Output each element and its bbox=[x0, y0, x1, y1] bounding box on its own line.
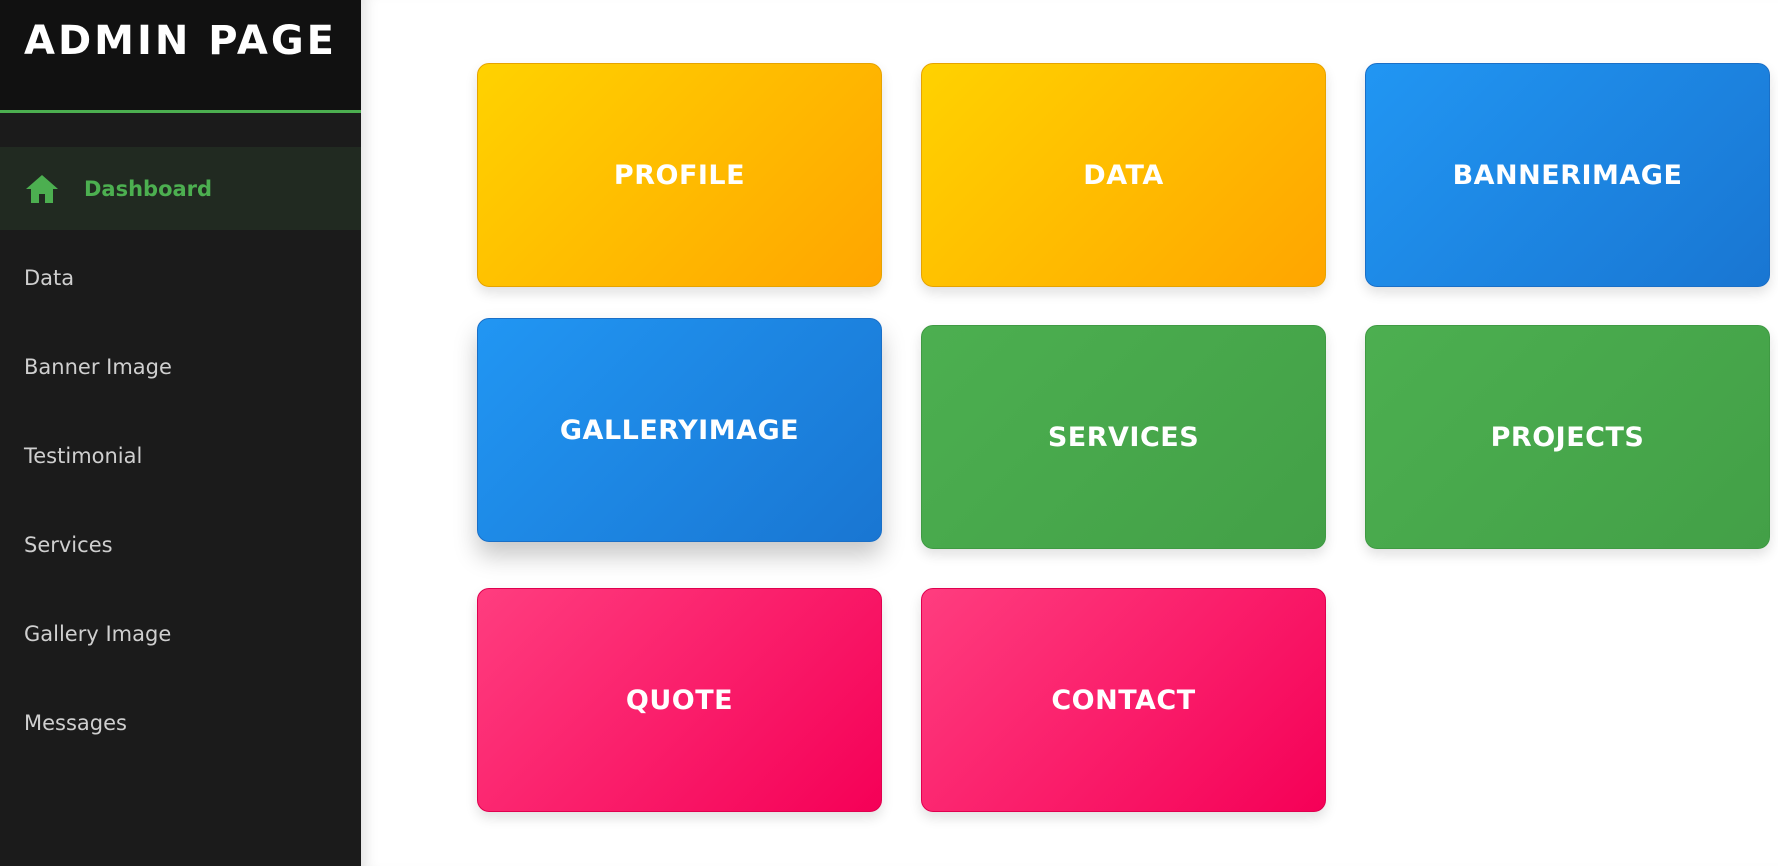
card-label: CONTACT bbox=[1051, 684, 1196, 716]
sidebar-item-testimonial[interactable]: Testimonial bbox=[0, 414, 361, 497]
card-label: PROFILE bbox=[613, 159, 746, 191]
sidebar: ADMIN PAGE Dashboard Data Banner Image T… bbox=[0, 0, 361, 866]
sidebar-item-messages[interactable]: Messages bbox=[0, 681, 361, 764]
card-label: DATA bbox=[1083, 159, 1164, 191]
card-label: PROJECTS bbox=[1490, 421, 1645, 453]
brand-header: ADMIN PAGE bbox=[0, 0, 361, 113]
profile-card[interactable]: PROFILE bbox=[477, 63, 882, 287]
galleryimage-card[interactable]: GALLERYIMAGE bbox=[477, 318, 882, 542]
sidebar-item-label: Services bbox=[24, 532, 113, 557]
sidebar-item-services[interactable]: Services bbox=[0, 503, 361, 586]
sidebar-item-dashboard[interactable]: Dashboard bbox=[0, 147, 361, 230]
brand-title: ADMIN PAGE bbox=[24, 18, 338, 64]
data-card[interactable]: DATA bbox=[921, 63, 1326, 287]
card-label: SERVICES bbox=[1047, 421, 1200, 453]
quote-card[interactable]: QUOTE bbox=[477, 588, 882, 812]
services-card[interactable]: SERVICES bbox=[921, 325, 1326, 549]
sidebar-item-label: Banner Image bbox=[24, 354, 172, 379]
dashboard-main: PROFILE DATA BANNERIMAGE GALLERYIMAGE SE… bbox=[361, 0, 1778, 866]
sidebar-item-label: Data bbox=[24, 265, 75, 290]
sidebar-item-banner-image[interactable]: Banner Image bbox=[0, 325, 361, 408]
sidebar-nav: Dashboard Data Banner Image Testimonial … bbox=[0, 147, 361, 764]
sidebar-item-gallery-image[interactable]: Gallery Image bbox=[0, 592, 361, 675]
sidebar-item-label: Dashboard bbox=[84, 176, 213, 201]
projects-card[interactable]: PROJECTS bbox=[1365, 325, 1770, 549]
card-label: QUOTE bbox=[625, 684, 734, 716]
sidebar-item-label: Messages bbox=[24, 710, 127, 735]
card-label: BANNERIMAGE bbox=[1452, 159, 1683, 191]
home-icon bbox=[24, 173, 60, 205]
bannerimage-card[interactable]: BANNERIMAGE bbox=[1365, 63, 1770, 287]
sidebar-item-data[interactable]: Data bbox=[0, 236, 361, 319]
contact-card[interactable]: CONTACT bbox=[921, 588, 1326, 812]
card-label: GALLERYIMAGE bbox=[559, 414, 800, 446]
sidebar-item-label: Testimonial bbox=[24, 443, 143, 468]
sidebar-item-label: Gallery Image bbox=[24, 621, 172, 646]
